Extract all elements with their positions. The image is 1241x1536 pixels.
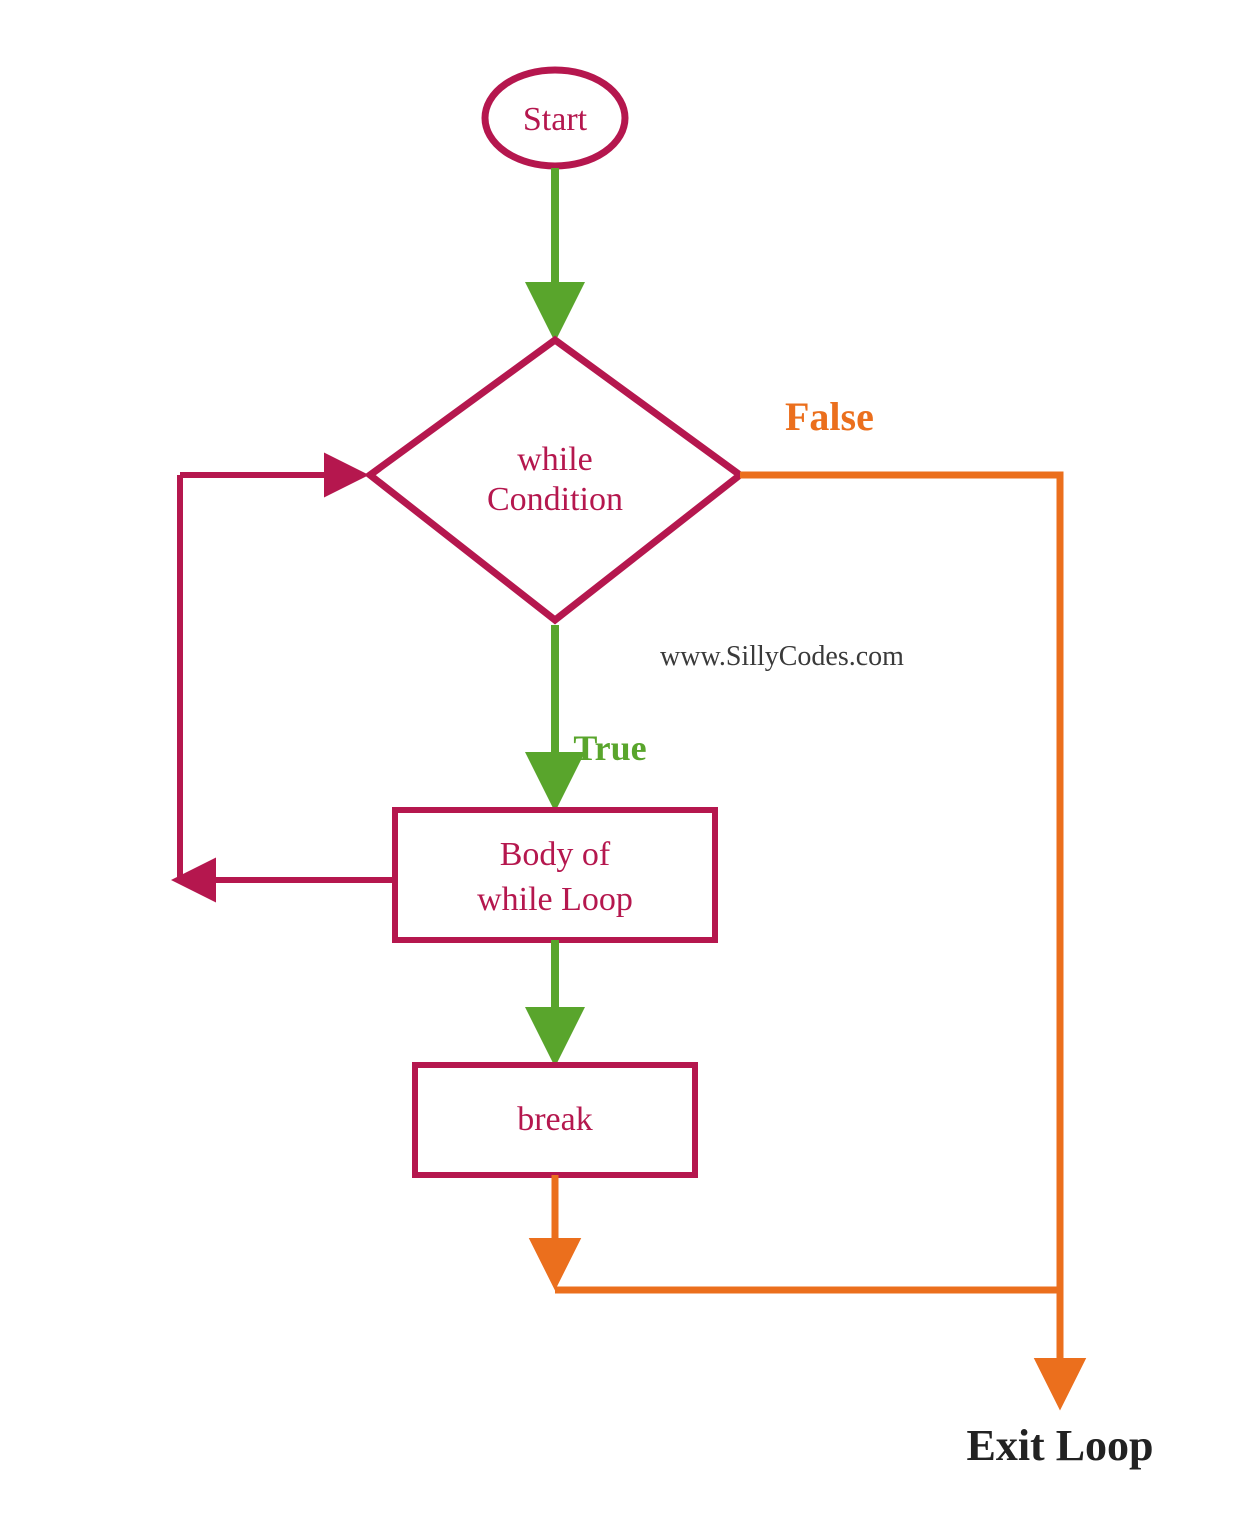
start-node: Start — [484, 69, 626, 167]
break-node: break — [415, 1065, 695, 1175]
body-label-2: while Loop — [477, 881, 633, 918]
break-label: break — [517, 1101, 593, 1138]
condition-label-1: while — [517, 441, 593, 478]
edge-condition-false — [740, 475, 1060, 1400]
body-node: Body of while Loop — [395, 810, 715, 940]
flowchart-canvas: Start while Condition www.SillyCodes.com… — [0, 0, 1241, 1536]
condition-label-2: Condition — [487, 481, 623, 518]
body-label-1: Body of — [500, 836, 611, 873]
true-label: True — [573, 728, 646, 768]
start-label: Start — [523, 101, 588, 138]
condition-node: while Condition — [370, 340, 740, 620]
false-label: False — [785, 394, 874, 439]
watermark: www.SillyCodes.com — [660, 641, 904, 672]
exit-label: Exit Loop — [966, 1421, 1153, 1470]
